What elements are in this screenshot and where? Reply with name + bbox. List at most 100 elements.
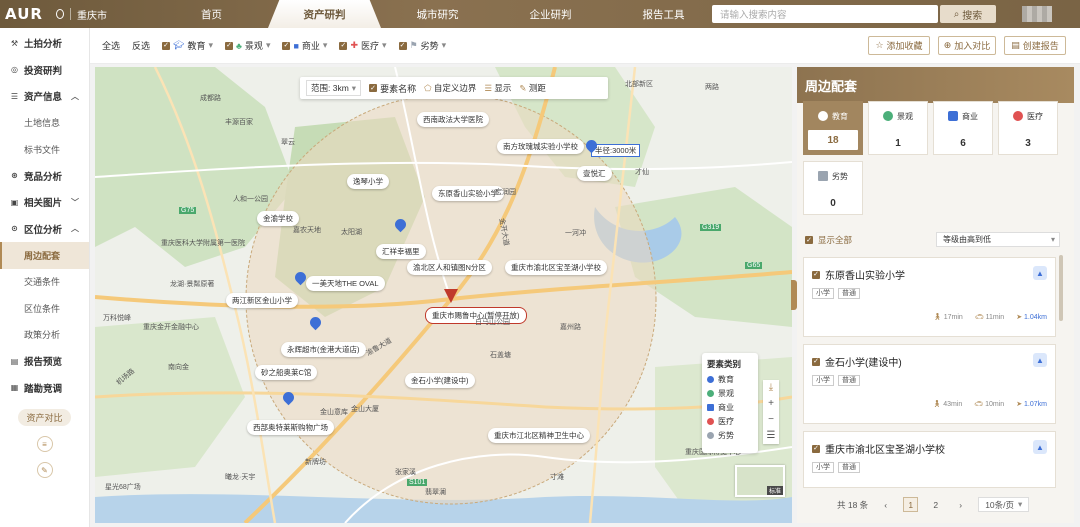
- sidebar-item-images[interactable]: ▣ 相关图片 ﹀: [0, 189, 89, 216]
- poi-label[interactable]: 重庆市江北区精神卫生中心: [488, 428, 590, 443]
- category-disadvantage[interactable]: 劣势 0: [803, 161, 863, 215]
- category-medical[interactable]: 医疗 3: [998, 101, 1058, 155]
- chevron-down-icon: ▾: [351, 82, 357, 93]
- sidebar-item-bid-docs[interactable]: 标书文件: [0, 136, 89, 163]
- filter-medical[interactable]: ✓ ✚ 医疗 ▾: [339, 39, 387, 52]
- edit-icon[interactable]: ✎: [36, 462, 53, 478]
- filter-label: 医疗: [361, 41, 380, 51]
- create-report-button[interactable]: ▤ 创建报告: [1004, 36, 1066, 55]
- app-logo[interactable]: AUR: [0, 0, 48, 28]
- category-count: 6: [960, 137, 966, 149]
- filter-education[interactable]: ✓ 🎓︎ 教育 ▾: [162, 39, 213, 52]
- nav-city-research[interactable]: 城市研究: [381, 0, 494, 28]
- poi-label[interactable]: 一美天地THE OVAL: [306, 276, 385, 291]
- prev-page-button[interactable]: ‹: [878, 497, 893, 512]
- poi-label[interactable]: 永辉超市(金港大道店): [281, 342, 366, 357]
- compass-icon: ⊛: [11, 171, 18, 181]
- map-type-switcher[interactable]: 标准: [735, 465, 785, 497]
- list-scrollbar[interactable]: [1059, 255, 1063, 321]
- sidebar-item-location[interactable]: ⊙ 区位分析 ︿: [0, 216, 89, 243]
- medical-cross-icon: [1013, 111, 1023, 121]
- checkbox-checked-icon: ✓: [369, 84, 378, 92]
- add-favorite-button[interactable]: ☆ 添加收藏: [868, 36, 930, 55]
- poi-label[interactable]: 两江新区金山小学: [226, 293, 298, 308]
- range-select[interactable]: 范围: 3km ▾: [306, 80, 362, 96]
- poi-card[interactable]: ✓ 金石小学(建设中) ▲ 小学 普通 🚶︎ 43min 🚗︎ 10min ➤ 1…: [803, 344, 1056, 424]
- measure-button[interactable]: ✎ 测距: [519, 82, 546, 94]
- add-compare-button[interactable]: ⊕ 加入对比: [938, 36, 996, 55]
- sort-value: 等级由高到低: [943, 235, 991, 244]
- poi-label[interactable]: 重庆市渝北区宝圣湖小学校: [505, 260, 607, 275]
- poi-label[interactable]: 金渝学校: [257, 211, 299, 226]
- layers-icon[interactable]: ☰: [763, 428, 779, 444]
- poi-label[interactable]: 东原香山实验小学: [432, 186, 504, 201]
- toggle-element-names[interactable]: ✓ 要素名称: [369, 82, 416, 95]
- checkbox-checked-icon: ✓: [398, 41, 407, 50]
- show-all-toggle[interactable]: ✓ 显示全部: [805, 234, 852, 246]
- poi-label[interactable]: 金石小学(建设中): [405, 373, 475, 388]
- poi-label[interactable]: 砂之船奥莱C馆: [255, 365, 318, 380]
- category-landscape[interactable]: 景观 1: [868, 101, 928, 155]
- category-count: 1: [895, 137, 901, 149]
- filter-landscape[interactable]: ✓ ♣ 景观 ▾: [225, 39, 270, 52]
- download-icon[interactable]: ⤓: [763, 380, 779, 396]
- nav-report-tools[interactable]: 报告工具: [607, 0, 720, 28]
- invert-selection-link[interactable]: 反选: [132, 39, 150, 52]
- sidebar-item-land-auction[interactable]: ⚒ 土拍分析: [0, 30, 89, 57]
- poi-label[interactable]: 汇祥幸福里: [376, 244, 426, 259]
- category-count: 3: [1025, 137, 1031, 149]
- sidebar-item-location-conditions[interactable]: 区位条件: [0, 295, 89, 322]
- sort-select[interactable]: 等级由高到低 ▾: [936, 232, 1060, 247]
- poi-label[interactable]: 逸琴小学: [347, 174, 389, 189]
- nav-company-research[interactable]: 企业研判: [494, 0, 607, 28]
- poi-label[interactable]: 渝北区人和镇图N分区: [407, 260, 492, 275]
- location-pin-icon: [56, 9, 64, 19]
- poi-label[interactable]: 南方玫瑰城实验小学校: [497, 139, 584, 154]
- page-1-button[interactable]: 1: [903, 497, 919, 512]
- sidebar-item-survey[interactable]: ▦ 踏勘竞调: [0, 375, 89, 402]
- place-name: 翠云: [281, 139, 295, 146]
- sidebar-item-report-preview[interactable]: ▤ 报告预览: [0, 348, 89, 375]
- map-canvas[interactable]: 范围: 3km ▾ ✓ 要素名称 ⬠ 自定义边界 ☰ 显示 ✎ 测距 半径:3000…: [95, 67, 792, 523]
- poi-card[interactable]: ✓ 重庆市渝北区宝圣湖小学校 ▲ 小学 普通: [803, 431, 1056, 488]
- place-name: 一河冲: [565, 230, 586, 237]
- place-name: 新牌坊: [305, 459, 326, 466]
- next-page-button[interactable]: ›: [953, 497, 968, 512]
- menu-icon[interactable]: ≡: [36, 436, 53, 452]
- display-button[interactable]: ☰ 显示: [484, 82, 511, 94]
- measure-label: 测距: [528, 83, 546, 93]
- custom-boundary-button[interactable]: ⬠ 自定义边界: [424, 82, 476, 94]
- car-icon: 🚗︎: [974, 401, 984, 408]
- nav-home[interactable]: 首页: [155, 0, 268, 28]
- nav-asset-analysis[interactable]: 资产研判: [268, 0, 381, 28]
- search-button[interactable]: ⌕ 搜索: [940, 5, 996, 23]
- avatar[interactable]: [1022, 6, 1052, 22]
- sidebar-item-investment[interactable]: ◎ 投资研判: [0, 57, 89, 84]
- sidebar-item-competitor[interactable]: ⊛ 竞品分析: [0, 163, 89, 190]
- legend-label: 景观: [718, 389, 734, 398]
- sidebar-item-surroundings[interactable]: 周边配套: [0, 242, 89, 269]
- category-education[interactable]: 教育 18: [803, 101, 863, 155]
- zoom-in-button[interactable]: +: [763, 396, 779, 412]
- checkbox-checked-icon: ✓: [282, 41, 291, 50]
- category-commerce[interactable]: 商业 6: [933, 101, 993, 155]
- poi-card[interactable]: ✓ 东原香山实验小学 ▲ 小学 普通 🚶︎ 17min 🚗︎ 11min ➤ 1.…: [803, 257, 1056, 337]
- filter-disadvantage[interactable]: ✓ ⚑ 劣势 ▾: [398, 39, 446, 52]
- drive-time: 🚗︎ 11min: [974, 314, 1005, 321]
- filter-commerce[interactable]: ✓ ■ 商业 ▾: [282, 39, 327, 52]
- poi-label[interactable]: 西部奥特莱斯购物广场: [247, 420, 334, 435]
- sidebar-item-policy[interactable]: 政策分析: [0, 322, 89, 349]
- legend-label: 商业: [718, 403, 734, 412]
- asset-compare-button[interactable]: 资产对比: [18, 409, 71, 426]
- sidebar-item-asset-info[interactable]: ☰ 资产信息 ︿: [0, 83, 89, 110]
- select-all-link[interactable]: 全选: [102, 39, 120, 52]
- search-input[interactable]: 请输入搜索内容: [712, 5, 938, 23]
- poi-label[interactable]: 壹悦汇: [577, 166, 612, 181]
- page-2-button[interactable]: 2: [928, 497, 943, 512]
- zoom-out-button[interactable]: −: [763, 412, 779, 428]
- sidebar-item-traffic[interactable]: 交通条件: [0, 269, 89, 296]
- sidebar-item-land-info[interactable]: 土地信息: [0, 110, 89, 137]
- city-selector[interactable]: 重庆市: [56, 7, 107, 22]
- poi-label[interactable]: 西南政法大学医院: [417, 112, 489, 127]
- page-size-select[interactable]: 10条/页 ▾: [978, 497, 1030, 512]
